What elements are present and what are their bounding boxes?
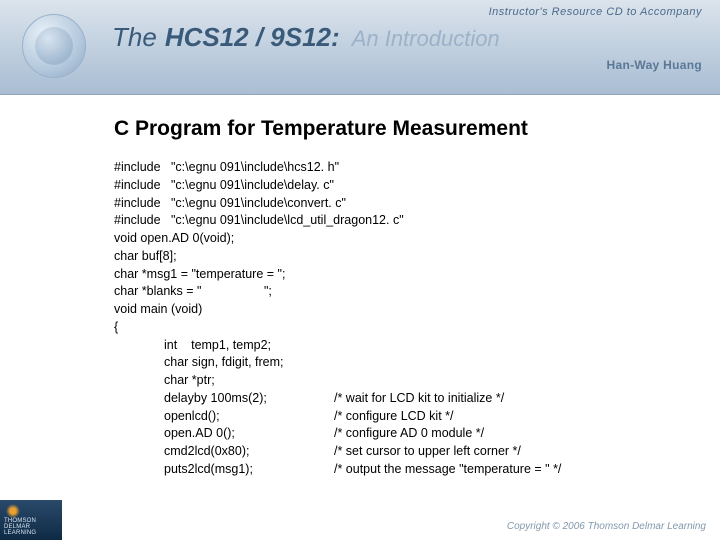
code-comment: /* set cursor to upper left corner */: [334, 443, 521, 461]
code-line: void main (void): [114, 301, 680, 319]
code-line: delayby 100ms(2);/* wait for LCD kit to …: [114, 390, 680, 408]
publisher-name: THOMSONDELMAR LEARNING: [4, 518, 62, 536]
title-prefix: The: [112, 22, 157, 53]
slide-header: Instructor's Resource CD to Accompany Th…: [0, 0, 720, 95]
code-line: #include "c:\egnu 091\include\lcd_util_d…: [114, 212, 680, 230]
code-call: cmd2lcd(0x80);: [164, 443, 334, 461]
publisher-badge: THOMSONDELMAR LEARNING: [0, 500, 62, 540]
code-comment: /* wait for LCD kit to initialize */: [334, 390, 504, 408]
title-suffix: An Introduction: [352, 26, 500, 52]
code-line: openlcd();/* configure LCD kit */: [114, 408, 680, 426]
code-line: #include "c:\egnu 091\include\delay. c": [114, 177, 680, 195]
header-title: The HCS12 / 9S12: An Introduction: [112, 22, 500, 53]
code-line: #include "c:\egnu 091\include\convert. c…: [114, 195, 680, 213]
page-title: C Program for Temperature Measurement: [114, 117, 680, 141]
code-line: char buf[8];: [114, 248, 680, 266]
code-comment: /* configure LCD kit */: [334, 408, 454, 426]
code-line: open.AD 0();/* configure AD 0 module */: [114, 425, 680, 443]
code-line: puts2lcd(msg1);/* output the message "te…: [114, 461, 680, 479]
code-line: {: [114, 319, 680, 337]
slide-content: C Program for Temperature Measurement #i…: [0, 95, 720, 479]
code-line: char *blanks = " ";: [114, 283, 680, 301]
code-line: #include "c:\egnu 091\include\hcs12. h": [114, 159, 680, 177]
code-line: void open.AD 0(void);: [114, 230, 680, 248]
code-comment: /* configure AD 0 module */: [334, 425, 484, 443]
code-line: char *ptr;: [114, 372, 680, 390]
code-call: puts2lcd(msg1);: [164, 461, 334, 479]
title-main: HCS12 / 9S12:: [165, 22, 340, 53]
code-line: char *msg1 = "temperature = ";: [114, 266, 680, 284]
brand-logo-icon: [22, 14, 86, 78]
code-block: #include "c:\egnu 091\include\hcs12. h"#…: [114, 159, 680, 479]
brand-logo-inner-icon: [35, 27, 73, 65]
code-line: char sign, fdigit, frem;: [114, 354, 680, 372]
code-comment: /* output the message "temperature = " *…: [334, 461, 561, 479]
header-tagline: Instructor's Resource CD to Accompany: [489, 6, 702, 18]
slide-footer: THOMSONDELMAR LEARNING Copyright © 2006 …: [0, 500, 720, 540]
code-line: int temp1, temp2;: [114, 337, 680, 355]
code-line: cmd2lcd(0x80);/* set cursor to upper lef…: [114, 443, 680, 461]
code-call: open.AD 0();: [164, 425, 334, 443]
code-call: openlcd();: [164, 408, 334, 426]
code-call: delayby 100ms(2);: [164, 390, 334, 408]
header-author: Han-Way Huang: [607, 58, 702, 72]
copyright-text: Copyright © 2006 Thomson Delmar Learning: [507, 521, 720, 540]
